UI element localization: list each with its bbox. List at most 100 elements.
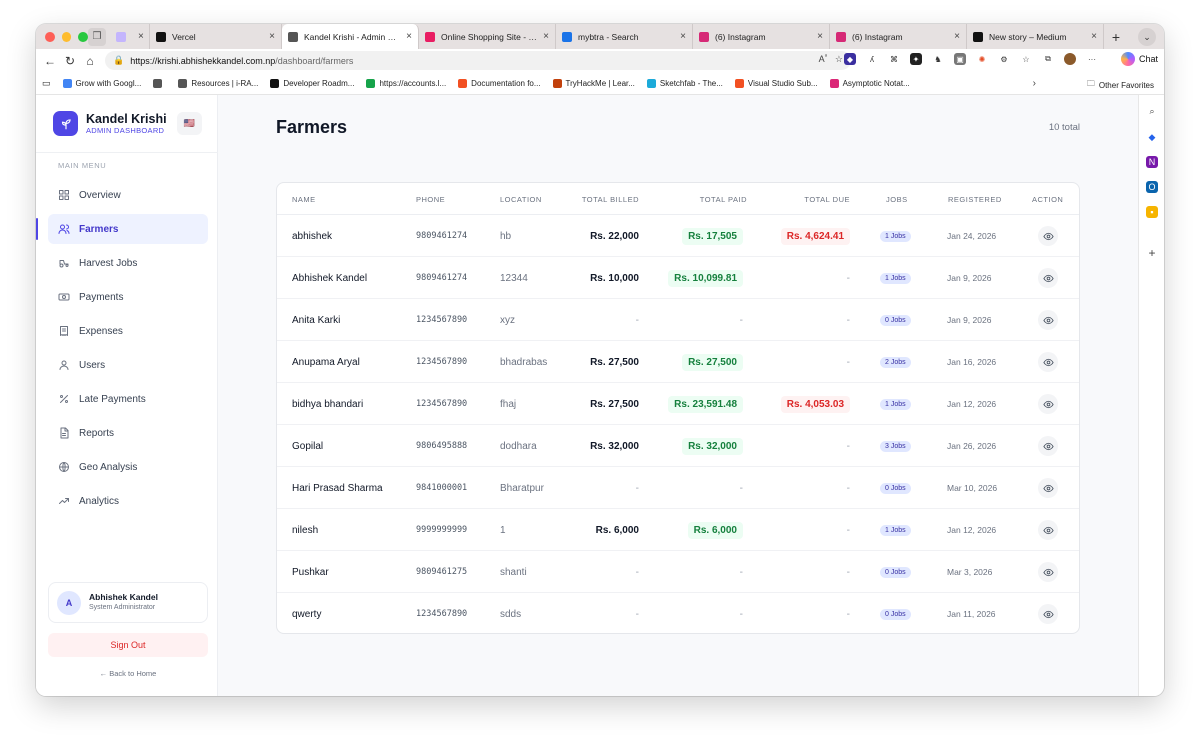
read-aloud-icon[interactable]: Aᵃ <box>819 54 827 65</box>
bookmark-item[interactable]: Asymptotic Notat... <box>824 79 916 88</box>
close-tab-icon[interactable]: × <box>269 31 275 42</box>
sign-out-button[interactable]: Sign Out <box>48 633 208 657</box>
language-flag-button[interactable]: 🇺🇸 <box>177 112 202 135</box>
tag-icon[interactable]: ◆ <box>1146 131 1158 143</box>
extension-icon[interactable]: ⚙ <box>998 53 1010 65</box>
bookmark-item[interactable] <box>147 79 172 88</box>
sidebar-item-payments[interactable]: Payments <box>48 282 208 312</box>
view-button[interactable] <box>1038 562 1058 582</box>
browser-tab[interactable]: New story – Medium × <box>967 24 1104 49</box>
close-tab-icon[interactable]: × <box>1091 31 1097 42</box>
view-button[interactable] <box>1038 310 1058 330</box>
farmer-name[interactable]: abhishek <box>292 215 332 257</box>
bookmark-item[interactable]: Grow with Googl... <box>57 79 148 88</box>
bookmark-item[interactable]: Documentation fo... <box>452 79 546 88</box>
column-header[interactable]: TOTAL DUE <box>804 195 850 204</box>
sidebar-item-harvest-jobs[interactable]: Harvest Jobs <box>48 248 208 278</box>
bookmark-item[interactable]: https://accounts.l... <box>360 79 452 88</box>
profile-avatar[interactable] <box>1064 53 1076 65</box>
farmer-name[interactable]: Anita Karki <box>292 299 340 341</box>
close-tab-icon[interactable]: × <box>954 31 960 42</box>
url-bar[interactable]: 🔒 https://krishi.abhishekkandel.com.np/d… <box>105 51 851 70</box>
view-button[interactable] <box>1038 352 1058 372</box>
onenote-icon[interactable]: N <box>1146 156 1158 168</box>
view-button[interactable] <box>1038 604 1058 624</box>
extension-icon[interactable]: ✦ <box>910 53 922 65</box>
extension-icon[interactable]: ♞ <box>932 53 944 65</box>
browser-tab[interactable]: Vercel × <box>150 24 282 49</box>
sidebar-item-late-payments[interactable]: Late Payments <box>48 384 208 414</box>
sidebar-item-analytics[interactable]: Analytics <box>48 486 208 516</box>
table-row[interactable]: abhishek 9809461274 hb Rs. 22,000 Rs. 17… <box>277 215 1079 257</box>
table-row[interactable]: Anita Karki 1234567890 xyz - - - 0 Jobs … <box>277 299 1079 341</box>
column-header[interactable]: PHONE <box>416 195 445 204</box>
extension-icon[interactable]: ⌘ <box>888 53 900 65</box>
sidebar-item-overview[interactable]: Overview <box>48 180 208 210</box>
bookmark-item[interactable]: Developer Roadm... <box>264 79 360 88</box>
bookmark-item[interactable]: TryHackMe | Lear... <box>547 79 641 88</box>
tab-menu-chevron-icon[interactable]: ⌄ <box>1138 28 1156 46</box>
bookmark-item[interactable]: Sketchfab - The... <box>641 79 729 88</box>
close-tab-icon[interactable]: × <box>543 31 549 42</box>
table-row[interactable]: bidhya bhandari 1234567890 fhaj Rs. 27,5… <box>277 383 1079 425</box>
extension-icon[interactable]: ✺ <box>976 53 988 65</box>
farmer-name[interactable]: Hari Prasad Sharma <box>292 467 383 509</box>
search-icon[interactable]: ⌕ <box>1146 105 1158 117</box>
other-favorites-folder[interactable]: 🗀 Other Favorites <box>1087 78 1154 92</box>
farmer-name[interactable]: qwerty <box>292 593 321 633</box>
browser-tab[interactable]: Kandel Krishi - Admin Dashb × <box>282 24 419 49</box>
browser-tab[interactable]: mybtra - Search × <box>556 24 693 49</box>
table-row[interactable]: Abhishek Kandel 9809461274 12344 Rs. 10,… <box>277 257 1079 299</box>
view-button[interactable] <box>1038 394 1058 414</box>
column-header[interactable]: JOBS <box>886 195 908 204</box>
close-tab-icon[interactable]: × <box>680 31 686 42</box>
more-icon[interactable]: ··· <box>1086 53 1098 65</box>
farmer-name[interactable]: Pushkar <box>292 551 329 593</box>
column-header[interactable]: TOTAL BILLED <box>582 195 639 204</box>
browser-tab[interactable]: (6) Instagram × <box>693 24 830 49</box>
sticky-notes-icon[interactable]: ▪ <box>1146 206 1158 218</box>
view-button[interactable] <box>1038 226 1058 246</box>
browser-tab[interactable]: × <box>110 24 150 49</box>
close-tab-icon[interactable]: × <box>817 31 823 42</box>
outlook-icon[interactable]: O <box>1146 181 1158 193</box>
column-header[interactable]: NAME <box>292 195 316 204</box>
column-header[interactable]: LOCATION <box>500 195 542 204</box>
brand[interactable]: Kandel Krishi ADMIN DASHBOARD <box>53 111 167 136</box>
view-button[interactable] <box>1038 520 1058 540</box>
table-row[interactable]: qwerty 1234567890 sdds - - - 0 Jobs Jan … <box>277 593 1079 633</box>
view-button[interactable] <box>1038 268 1058 288</box>
table-row[interactable]: Hari Prasad Sharma 9841000001 Bharatpur … <box>277 467 1079 509</box>
sidebar-item-farmers[interactable]: Farmers <box>36 214 208 244</box>
add-icon[interactable]: + <box>1146 246 1158 260</box>
browser-tab[interactable]: Online Shopping Site - Shop × <box>419 24 556 49</box>
favorites-icon[interactable]: ☆ <box>1020 53 1032 65</box>
close-tab-icon[interactable]: × <box>406 31 412 42</box>
table-row[interactable]: Gopilal 9806495888 dodhara Rs. 32,000 Rs… <box>277 425 1079 467</box>
sidebar-toggle-icon[interactable]: ▭ <box>36 78 57 89</box>
close-tab-icon[interactable]: × <box>138 31 144 42</box>
column-header[interactable]: ACTION <box>1032 195 1063 204</box>
farmer-name[interactable]: Anupama Aryal <box>292 341 360 383</box>
farmer-name[interactable]: bidhya bhandari <box>292 383 363 425</box>
collections-icon[interactable]: ⧉ <box>1042 53 1054 65</box>
farmer-name[interactable]: nilesh <box>292 509 318 551</box>
back-arrow-icon[interactable]: ← <box>40 54 60 68</box>
table-row[interactable]: Anupama Aryal 1234567890 bhadrabas Rs. 2… <box>277 341 1079 383</box>
extension-icon[interactable]: ◆ <box>844 53 856 65</box>
extension-icon[interactable]: ʎ <box>866 53 878 65</box>
view-button[interactable] <box>1038 436 1058 456</box>
farmer-name[interactable]: Abhishek Kandel <box>292 257 367 299</box>
column-header[interactable]: REGISTERED <box>948 195 1002 204</box>
column-header[interactable]: TOTAL PAID <box>700 195 747 204</box>
copilot-chat-button[interactable]: Chat <box>1120 52 1158 66</box>
new-tab-button[interactable]: + <box>1104 29 1128 45</box>
farmer-name[interactable]: Gopilal <box>292 425 323 467</box>
favorite-star-icon[interactable]: ☆ <box>835 54 843 65</box>
bookmark-item[interactable]: Resources | i-RA... <box>172 79 264 88</box>
close-window-button[interactable] <box>45 31 55 42</box>
workspaces-icon[interactable]: ❒ <box>88 27 106 46</box>
view-button[interactable] <box>1038 478 1058 498</box>
bookmark-item[interactable]: Visual Studio Sub... <box>729 79 824 88</box>
minimize-window-button[interactable] <box>61 31 72 42</box>
